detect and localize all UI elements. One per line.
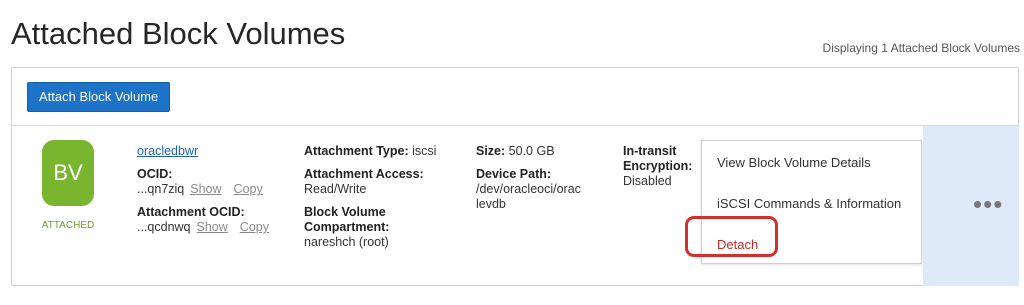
attached-volumes-panel: Attach Block Volume BV ATTACHED oracledb… [11,67,1019,286]
volume-name-link[interactable]: oracledbwr [137,144,198,158]
ocid-value: ...qn7ziq [137,182,185,196]
ocid-label: OCID: [137,167,173,181]
encryption-label-line2: Encryption: [623,159,693,173]
menu-item-iscsi-commands[interactable]: iSCSI Commands & Information [717,196,901,211]
actions-column: ••• [923,126,1019,286]
device-path-label: Device Path: [476,167,552,181]
size-value: 50.0 GB [508,144,555,158]
encryption-details: In-transit Encryption: Disabled [623,144,692,189]
status-badge: ATTACHED [41,220,95,231]
attachment-ocid-value: ...qcdnwq [137,220,191,234]
attachment-type-value: iscsi [412,144,437,158]
detach-highlight-annotation [685,216,778,257]
size-label: Size: [476,144,506,158]
menu-item-view-details[interactable]: View Block Volume Details [717,155,871,170]
attachment-ocid-copy-link[interactable]: Copy [240,220,269,234]
device-path-line1: /dev/oracleoci/orac [476,182,581,196]
device-path-line2: levdb [476,197,506,211]
block-volume-icon: BV [42,140,94,206]
attachment-details: Attachment Type: iscsi Attachment Access… [304,144,436,250]
badge-text: BV [53,160,83,185]
attachment-type-label: Attachment Type: [304,144,409,158]
ocid-show-link[interactable]: Show [190,182,221,196]
displaying-count: Displaying 1 Attached Block Volumes [822,41,1020,55]
toolbar: Attach Block Volume [12,68,1018,126]
encryption-value: Disabled [623,174,672,188]
ocid-copy-link[interactable]: Copy [234,182,263,196]
compartment-label-line1: Block Volume [304,205,386,219]
table-row: BV ATTACHED oracledbwr OCID: ...qn7ziq Sh… [12,126,1019,286]
attachment-ocid-show-link[interactable]: Show [197,220,228,234]
attach-block-volume-button[interactable]: Attach Block Volume [27,82,171,112]
encryption-label-line1: In-transit [623,144,677,158]
attachment-access-label: Attachment Access: [304,167,424,181]
compartment-label-line2: Compartment: [304,220,390,234]
size-details: Size: 50.0 GB Device Path: /dev/oracleoc… [476,144,581,212]
attachment-ocid-label: Attachment OCID: [137,205,245,219]
compartment-value: nareshch (root) [304,235,389,249]
volume-identity: oracledbwr OCID: ...qn7ziq Show Copy Attac… [137,144,269,235]
attachment-access-value: Read/Write [304,182,367,196]
page-title: Attached Block Volumes [11,16,346,51]
